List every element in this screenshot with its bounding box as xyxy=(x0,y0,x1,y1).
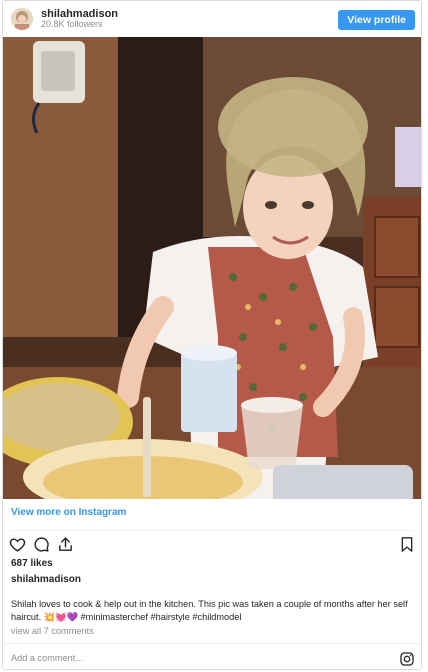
divider xyxy=(11,530,413,531)
caption-username[interactable]: shilahmadison xyxy=(11,574,81,585)
heart-icon[interactable] xyxy=(9,536,26,558)
bookmark-icon[interactable] xyxy=(399,536,415,558)
comment-icon[interactable] xyxy=(33,536,50,558)
post-photo[interactable] xyxy=(3,37,421,499)
instagram-embed-card: shilahmadison 20.8K followers View profi… xyxy=(2,0,422,670)
divider xyxy=(3,643,421,644)
post-header: shilahmadison 20.8K followers View profi… xyxy=(3,1,421,37)
share-icon[interactable] xyxy=(57,536,74,558)
caption-text: Shilah loves to cook & help out in the k… xyxy=(11,599,408,622)
view-more-link[interactable]: View more on Instagram xyxy=(11,507,126,518)
instagram-logo-icon[interactable] xyxy=(399,651,415,669)
action-bar xyxy=(9,536,415,554)
likes-count[interactable]: 687 likes xyxy=(11,558,53,569)
view-profile-button[interactable]: View profile xyxy=(338,10,415,30)
add-comment-field[interactable]: Add a comment... xyxy=(11,653,83,663)
view-comments-link[interactable]: view all 7 comments xyxy=(11,626,94,636)
followers-count: 20.8K followers xyxy=(41,19,103,30)
avatar[interactable] xyxy=(11,8,33,30)
